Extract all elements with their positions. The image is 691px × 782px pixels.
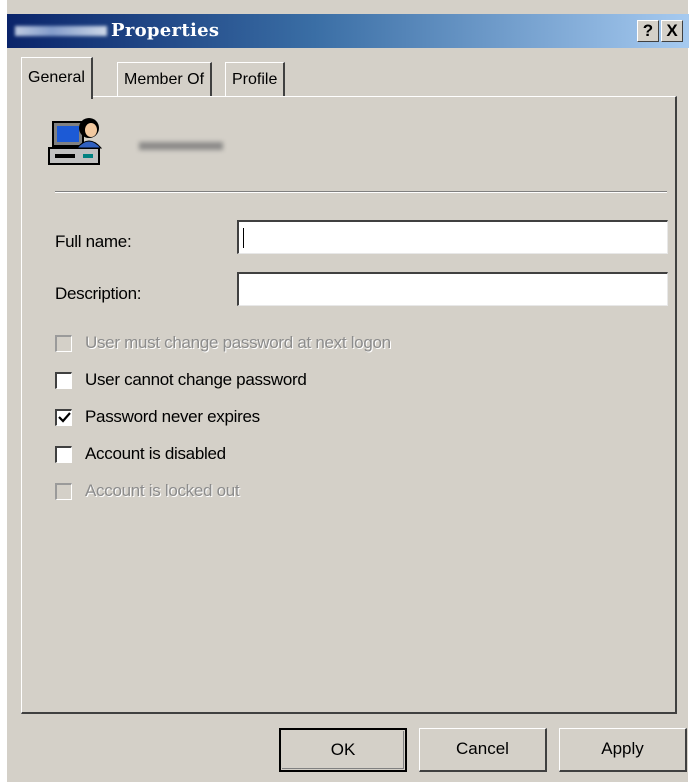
- full-name-field[interactable]: [237, 220, 668, 254]
- window-title: Properties: [111, 20, 220, 41]
- redacted-username-title: [15, 26, 107, 36]
- checkbox-box: [55, 335, 72, 352]
- checkbox-label: User cannot change password: [85, 370, 307, 389]
- close-button[interactable]: X: [661, 20, 683, 42]
- checkbox-label: Account is locked out: [85, 481, 240, 500]
- tab-general[interactable]: General: [21, 57, 93, 99]
- ok-button[interactable]: OK: [279, 728, 407, 772]
- checkbox-label: Password never expires: [85, 407, 260, 426]
- checkbox-box[interactable]: [55, 446, 72, 463]
- full-name-label: Full name:: [55, 232, 132, 251]
- checkbox-box[interactable]: [55, 409, 72, 426]
- separator: [55, 191, 667, 193]
- description-label: Description:: [55, 284, 142, 303]
- checkbox-box[interactable]: [55, 372, 72, 389]
- checkbox-label: Account is disabled: [85, 444, 226, 463]
- checkbox-label: User must change password at next logon: [85, 333, 391, 352]
- tab-profile[interactable]: Profile: [225, 62, 286, 96]
- text-caret: [243, 228, 244, 248]
- general-tab-panel: [21, 96, 677, 714]
- cancel-button[interactable]: Cancel: [419, 728, 547, 772]
- apply-button[interactable]: Apply: [559, 728, 687, 772]
- description-field[interactable]: [237, 272, 668, 306]
- check-mark-icon: [57, 412, 71, 423]
- help-button[interactable]: ?: [637, 20, 659, 42]
- redacted-username: [139, 142, 223, 150]
- title-bar[interactable]: Properties ? X: [7, 14, 689, 48]
- properties-dialog: Properties ? X General Member Of Profile…: [6, 0, 689, 782]
- tab-member-of[interactable]: Member Of: [117, 62, 213, 96]
- user-computer-icon: [48, 118, 103, 165]
- checkbox-box: [55, 483, 72, 500]
